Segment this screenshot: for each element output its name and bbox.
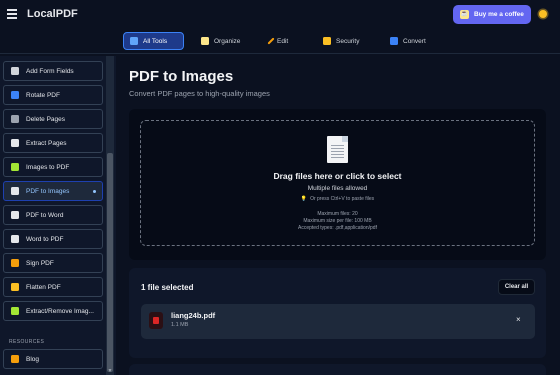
- sidebar-scrollbar-thumb[interactable]: [107, 153, 113, 372]
- resources-section-label: RESOURCES: [9, 339, 45, 345]
- sidebar-item-label: Word to PDF: [26, 235, 64, 243]
- sidebar-item-add-form-fields[interactable]: Add Form Fields: [3, 61, 103, 81]
- sidebar-item-label: Extract Pages: [26, 139, 67, 147]
- sidebar-item-delete-pages[interactable]: Delete Pages: [3, 109, 103, 129]
- pencil-icon: [11, 283, 19, 291]
- dropzone-max-files: Maximum files: 20: [317, 211, 358, 217]
- tab-label: Organize: [214, 37, 241, 45]
- sidebar-item-label: Blog: [26, 355, 40, 363]
- pencil-icon: [267, 37, 275, 45]
- options-card: [129, 364, 546, 375]
- clear-all-button[interactable]: Clear all: [498, 279, 535, 295]
- dropzone-multiple-note: Multiple files allowed: [307, 185, 368, 192]
- document-icon: [11, 235, 19, 243]
- dropzone-paste-hint: 💡 Or press Ctrl+V to paste files: [140, 196, 535, 202]
- active-indicator-icon: [93, 190, 96, 193]
- sidebar-item-pdf-to-word[interactable]: PDF to Word: [3, 205, 103, 225]
- sidebar-item-extract-pages[interactable]: Extract Pages: [3, 133, 103, 153]
- theme-toggle-icon[interactable]: [539, 10, 547, 18]
- app-logo[interactable]: LocalPDF: [27, 8, 78, 20]
- pencil-icon: [11, 355, 19, 363]
- file-name: liang24b.pdf: [171, 311, 216, 320]
- sidebar-item-label: Images to PDF: [26, 163, 70, 171]
- top-bar: LocalPDF ☕ Buy me a coffee: [0, 0, 560, 30]
- coffee-icon: ☕: [460, 10, 469, 19]
- tab-organize[interactable]: Organize: [195, 32, 246, 50]
- tab-label: Convert: [403, 37, 426, 45]
- buy-coffee-label: Buy me a coffee: [474, 11, 524, 18]
- dropzone-title: Drag files here or click to select: [273, 171, 402, 181]
- document-icon: [11, 139, 19, 147]
- sidebar-item-label: Extract/Remove Imag...: [26, 307, 94, 315]
- category-tabs: All Tools Organize Edit Security Convert: [0, 30, 560, 54]
- tab-label: Security: [336, 37, 360, 45]
- page-subtitle: Convert PDF pages to high-quality images: [129, 89, 270, 98]
- sidebar-item-label: Rotate PDF: [26, 91, 60, 99]
- sidebar-item-pdf-to-images[interactable]: PDF to Images: [3, 181, 103, 201]
- tab-label: All Tools: [143, 37, 168, 45]
- document-icon: [327, 136, 348, 163]
- trash-icon: [11, 115, 19, 123]
- clipboard-icon: [201, 37, 209, 45]
- tab-edit[interactable]: Edit: [264, 32, 294, 50]
- dropzone-accepted-types: Accepted types: .pdf,application/pdf: [298, 225, 377, 231]
- grid-icon: [130, 37, 138, 45]
- sidebar-item-flatten-pdf[interactable]: Flatten PDF: [3, 277, 103, 297]
- tab-convert[interactable]: Convert: [384, 32, 432, 50]
- sidebar-item-label: Flatten PDF: [26, 283, 61, 291]
- sidebar-item-extract-remove-images[interactable]: Extract/Remove Imag...: [3, 301, 103, 321]
- sidebar-item-blog[interactable]: Blog: [3, 349, 103, 369]
- signature-icon: [11, 259, 19, 267]
- lightbulb-icon: 💡: [300, 196, 308, 202]
- sidebar: Add Form Fields Rotate PDF Delete Pages …: [0, 56, 116, 375]
- clipboard-icon: [11, 67, 19, 75]
- selected-files-title: 1 file selected: [141, 283, 194, 292]
- sidebar-item-label: PDF to Word: [26, 211, 64, 219]
- paste-hint-text: Or press Ctrl+V to paste files: [310, 196, 375, 202]
- file-size: 1.1 MB: [171, 322, 189, 328]
- sidebar-item-sign-pdf[interactable]: Sign PDF: [3, 253, 103, 273]
- convert-icon: [390, 37, 398, 45]
- sidebar-item-label: Sign PDF: [26, 259, 54, 267]
- pdf-file-icon: [149, 312, 163, 329]
- sidebar-item-images-to-pdf[interactable]: Images to PDF: [3, 157, 103, 177]
- tab-security[interactable]: Security: [317, 32, 365, 50]
- remove-file-close-icon[interactable]: ×: [516, 315, 521, 324]
- dropzone-max-size: Maximum size per file: 100 MB: [303, 218, 372, 224]
- image-icon: [11, 307, 19, 315]
- sidebar-item-word-to-pdf[interactable]: Word to PDF: [3, 229, 103, 249]
- file-list-item: [141, 304, 535, 339]
- document-icon: [11, 211, 19, 219]
- image-icon: [11, 163, 19, 171]
- lock-icon: [323, 37, 331, 45]
- sidebar-item-label: Add Form Fields: [26, 67, 74, 75]
- rotate-icon: [11, 91, 19, 99]
- camera-icon: [11, 187, 19, 195]
- menu-icon[interactable]: [7, 9, 17, 19]
- tab-all-tools[interactable]: All Tools: [123, 32, 184, 50]
- scroll-down-arrow-icon[interactable]: ▼: [107, 368, 113, 374]
- sidebar-item-label: Delete Pages: [26, 115, 66, 123]
- tab-label: Edit: [277, 37, 289, 45]
- buy-coffee-button[interactable]: ☕ Buy me a coffee: [453, 5, 531, 24]
- sidebar-item-label: PDF to Images: [26, 187, 70, 195]
- sidebar-item-rotate-pdf[interactable]: Rotate PDF: [3, 85, 103, 105]
- page-title: PDF to Images: [129, 68, 234, 85]
